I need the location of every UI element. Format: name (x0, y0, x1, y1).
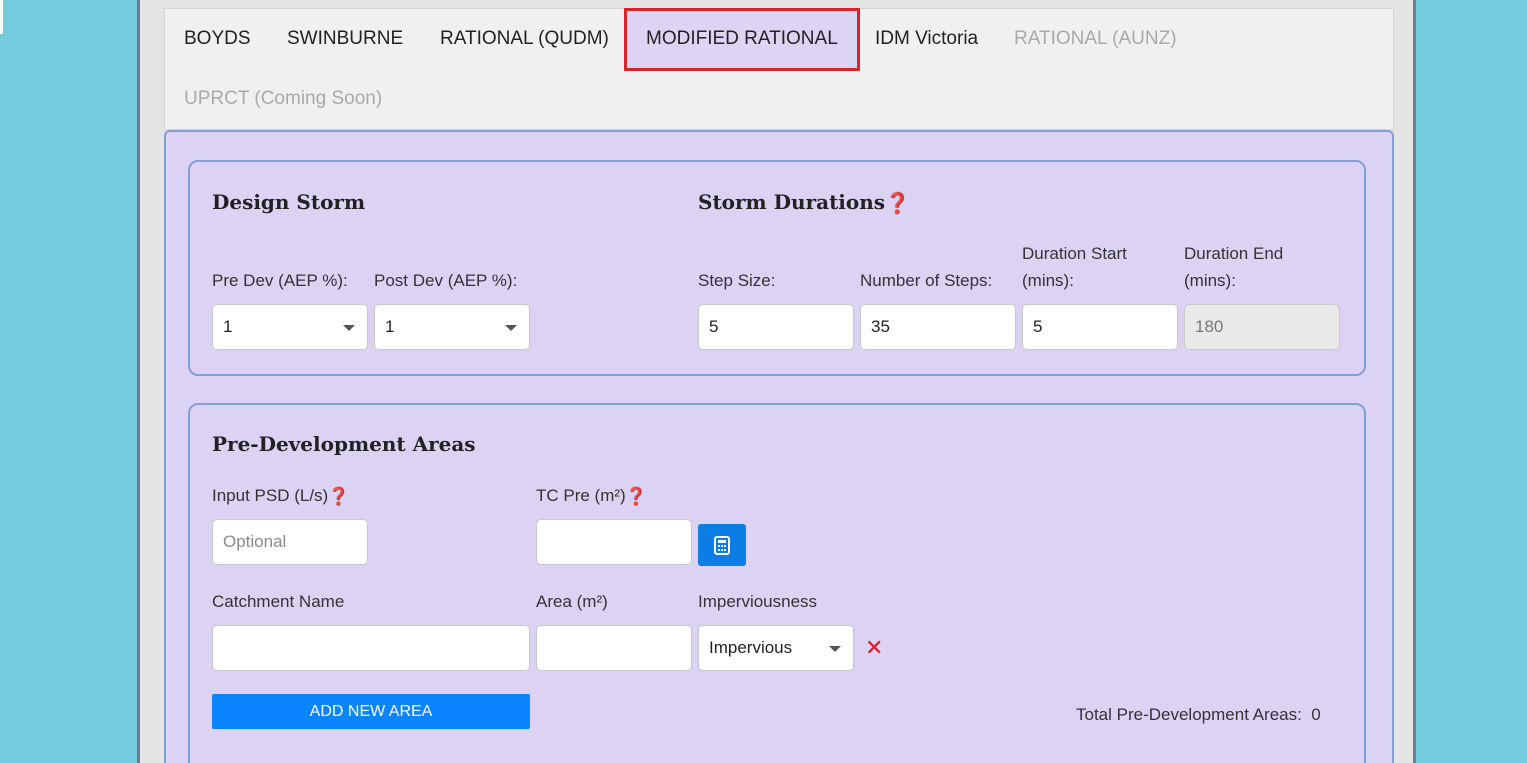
storm-durations-help-icon[interactable]: ❓ (885, 191, 910, 215)
pre-development-title: Pre-Development Areas (212, 432, 476, 456)
total-areas-label: Total Pre-Development Areas: (1076, 705, 1302, 724)
input-psd-label-text: Input PSD (L/s) (212, 486, 329, 505)
add-new-area-button[interactable]: ADD NEW AREA (212, 694, 530, 729)
tc-pre-label: TC Pre (m²)❓ (536, 482, 647, 511)
step-size-label: Step Size: (698, 271, 776, 290)
tc-calculator-button[interactable] (698, 524, 746, 566)
storm-durations-title: Storm Durations❓ (698, 190, 910, 215)
app-page: BOYDS SWINBURNE RATIONAL (QUDM) MODIFIED… (137, 0, 1416, 763)
corner-mark (0, 0, 3, 34)
imperviousness-label: Imperviousness (698, 592, 818, 611)
tc-pre-input[interactable] (536, 519, 692, 565)
total-pre-development-areas: Total Pre-Development Areas: 0 (1076, 701, 1321, 728)
tab-uprct: UPRCT (Coming Soon) (184, 88, 383, 109)
post-dev-label: Post Dev (AEP %): (374, 271, 518, 290)
chevron-down-icon (505, 325, 517, 331)
tab-swinburne[interactable]: SWINBURNE (287, 28, 403, 50)
post-dev-value: 1 (385, 317, 395, 336)
post-dev-select[interactable]: 1 (374, 304, 530, 350)
duration-start-label-line1: Duration Start (1022, 244, 1127, 263)
duration-start-label: Duration Start (mins): (1022, 240, 1127, 294)
chevron-down-icon (829, 646, 841, 652)
storm-durations-title-text: Storm Durations (698, 190, 886, 214)
tab-modified-rational[interactable]: MODIFIED RATIONAL (624, 8, 860, 71)
calculator-icon (714, 536, 730, 555)
duration-end-label-line2: (mins): (1184, 271, 1236, 290)
chevron-down-icon (343, 325, 355, 331)
pre-dev-label: Pre Dev (AEP %): (212, 271, 348, 290)
step-size-input[interactable]: 5 (698, 304, 854, 350)
input-psd-help-icon[interactable]: ❓ (328, 484, 349, 511)
area-label: Area (m²) (536, 592, 608, 611)
tab-boyds[interactable]: BOYDS (184, 28, 251, 50)
input-psd-placeholder: Optional (223, 532, 287, 551)
duration-end-input: 180 (1184, 304, 1340, 350)
input-psd-input[interactable]: Optional (212, 519, 368, 565)
total-areas-value: 0 (1311, 705, 1321, 724)
catchment-name-label: Catchment Name (212, 592, 345, 611)
design-storm-title: Design Storm (212, 190, 366, 214)
area-input[interactable] (536, 625, 692, 671)
pre-development-card: Pre-Development Areas Input PSD (L/s)❓ T… (188, 403, 1366, 763)
remove-area-icon[interactable]: ✕ (865, 638, 883, 660)
method-tab-bar: BOYDS SWINBURNE RATIONAL (QUDM) MODIFIED… (164, 8, 1394, 130)
input-psd-label: Input PSD (L/s)❓ (212, 482, 349, 511)
duration-start-label-line2: (mins): (1022, 271, 1074, 290)
tab-rational-aunz: RATIONAL (AUNZ) (1014, 28, 1177, 49)
pre-dev-select[interactable]: 1 (212, 304, 368, 350)
tab-idm-victoria[interactable]: IDM Victoria (875, 28, 978, 50)
duration-end-label-line1: Duration End (1184, 244, 1284, 263)
duration-end-label: Duration End (mins): (1184, 240, 1283, 294)
catchment-name-input[interactable] (212, 625, 530, 671)
tab-rational-qudm[interactable]: RATIONAL (QUDM) (440, 28, 609, 50)
pre-dev-value: 1 (223, 317, 233, 336)
imperviousness-value: Impervious (709, 638, 793, 657)
number-of-steps-input[interactable]: 35 (860, 304, 1016, 350)
tc-pre-label-text: TC Pre (m²) (536, 486, 626, 505)
number-of-steps-label: Number of Steps: (860, 271, 993, 290)
design-storm-card: Design Storm Storm Durations❓ Pre Dev (A… (188, 160, 1366, 376)
duration-start-input[interactable]: 5 (1022, 304, 1178, 350)
imperviousness-select[interactable]: Impervious (698, 625, 854, 671)
tc-pre-help-icon[interactable]: ❓ (626, 484, 647, 511)
modified-rational-panel: Design Storm Storm Durations❓ Pre Dev (A… (164, 130, 1394, 763)
